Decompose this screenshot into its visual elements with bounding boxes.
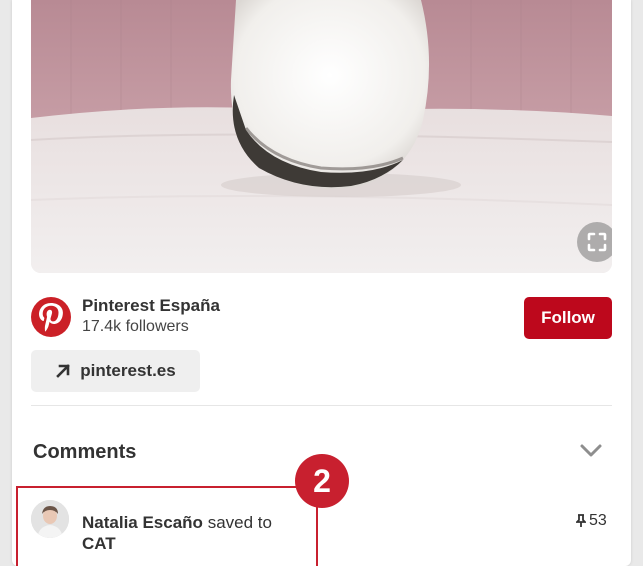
cat-photo [31, 0, 612, 273]
pin-count-value: 53 [589, 512, 607, 529]
pin-image[interactable] [31, 0, 612, 273]
comments-heading: Comments [33, 441, 137, 463]
chevron-down-icon[interactable] [579, 440, 603, 462]
section-divider [31, 405, 612, 406]
source-link-label: pinterest.es [80, 361, 176, 380]
pin-count: 53 [576, 512, 607, 530]
step-badge: 2 [295, 454, 349, 508]
profile-name[interactable]: Pinterest España [82, 296, 220, 316]
pinterest-p-glyph [39, 303, 63, 332]
source-link-button[interactable]: pinterest.es [31, 350, 200, 392]
follow-button[interactable]: Follow [524, 297, 612, 339]
pinterest-logo-icon[interactable] [31, 297, 71, 337]
arrow-up-right-icon [56, 364, 71, 378]
annotation-highlight [16, 486, 318, 566]
pin-icon [576, 514, 586, 527]
follower-count: 17.4k followers [82, 318, 189, 335]
expand-icon [587, 232, 607, 252]
expand-button[interactable] [577, 222, 612, 262]
